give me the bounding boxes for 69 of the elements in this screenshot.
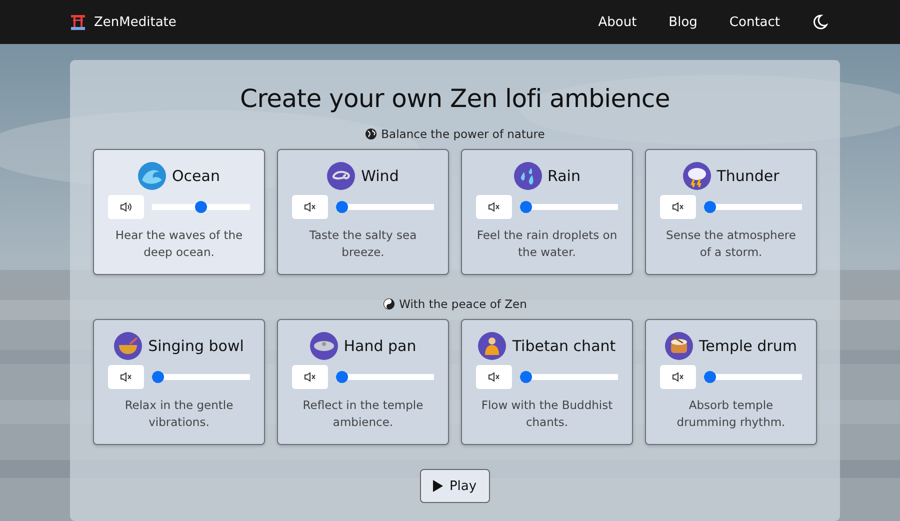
mute-button[interactable] xyxy=(660,195,696,219)
nav-link[interactable]: Contact xyxy=(729,14,780,30)
slider-thumb[interactable] xyxy=(195,201,207,213)
sound-description: Absorb temple drumming rhythm. xyxy=(676,397,786,431)
play-button[interactable]: Play xyxy=(420,469,490,503)
volume-slider[interactable] xyxy=(520,201,618,213)
sound-icon xyxy=(682,162,711,190)
sound-description: Feel the rain droplets on the water. xyxy=(476,227,618,261)
sound-description: Flow with the Buddhist chants. xyxy=(480,397,614,431)
yin-yang-icon xyxy=(383,298,396,310)
muted-speaker-icon xyxy=(120,372,132,382)
mute-button[interactable] xyxy=(660,365,696,389)
mute-button[interactable] xyxy=(108,195,144,219)
torii-gate-icon[interactable] xyxy=(70,14,86,30)
sound-icon xyxy=(478,332,506,360)
volume-slider[interactable] xyxy=(520,371,618,383)
sound-icon xyxy=(138,162,166,190)
sound-name: Wind xyxy=(361,167,399,185)
volume-slider[interactable] xyxy=(704,201,802,213)
muted-speaker-icon xyxy=(304,202,316,212)
globe-icon xyxy=(365,128,378,140)
sound-description: Reflect in the temple ambience. xyxy=(302,397,424,431)
volume-slider[interactable] xyxy=(152,201,250,213)
mute-button[interactable] xyxy=(476,365,512,389)
slider-thumb[interactable] xyxy=(152,371,164,383)
mute-button[interactable] xyxy=(476,195,512,219)
sound-icon xyxy=(114,332,142,360)
muted-speaker-icon xyxy=(488,202,500,212)
volume-slider[interactable] xyxy=(336,201,434,213)
sound-name: Ocean xyxy=(172,167,220,185)
muted-speaker-icon xyxy=(304,372,316,382)
sound-icon xyxy=(665,332,694,360)
slider-thumb[interactable] xyxy=(704,371,716,383)
mute-button[interactable] xyxy=(108,365,144,389)
slider-thumb[interactable] xyxy=(336,201,348,213)
volume-slider[interactable] xyxy=(704,371,802,383)
sound-icon xyxy=(327,162,356,190)
sound-description: Sense the atmosphere of a storm. xyxy=(665,227,797,261)
slider-thumb[interactable] xyxy=(520,371,532,383)
sound-name: Singing bowl xyxy=(148,337,244,355)
sound-name: Tibetan chant xyxy=(512,337,616,355)
muted-speaker-icon xyxy=(672,372,684,382)
sound-name: Rain xyxy=(548,167,580,185)
nav-link[interactable]: Blog xyxy=(668,14,698,30)
slider-thumb[interactable] xyxy=(520,201,532,213)
sound-description: Taste the salty sea breeze. xyxy=(308,227,418,261)
slider-thumb[interactable] xyxy=(704,201,716,213)
muted-speaker-icon xyxy=(488,372,500,382)
moon-icon[interactable] xyxy=(812,14,828,30)
section-heading: With the peace of Zen xyxy=(399,297,527,311)
volume-slider[interactable] xyxy=(152,371,250,383)
mute-button[interactable] xyxy=(292,195,328,219)
sound-name: Hand pan xyxy=(344,337,416,355)
sound-icon xyxy=(514,162,542,190)
speaker-icon xyxy=(120,202,132,212)
brand-name[interactable]: ZenMeditate xyxy=(94,14,176,30)
muted-speaker-icon xyxy=(672,202,684,212)
slider-thumb[interactable] xyxy=(336,371,348,383)
play-icon xyxy=(433,480,444,492)
volume-slider[interactable] xyxy=(336,371,434,383)
mute-button[interactable] xyxy=(292,365,328,389)
sound-description: Hear the waves of the deep ocean. xyxy=(114,227,244,261)
sound-name: Temple drum xyxy=(699,337,797,355)
sound-name: Thunder xyxy=(716,167,780,185)
section-heading: Balance the power of nature xyxy=(381,127,545,141)
page-title: Create your own Zen lofi ambience xyxy=(239,84,671,113)
nav-link[interactable]: About xyxy=(598,14,637,30)
sound-icon xyxy=(310,332,338,360)
sound-description: Relax in the gentle vibrations. xyxy=(124,397,234,431)
